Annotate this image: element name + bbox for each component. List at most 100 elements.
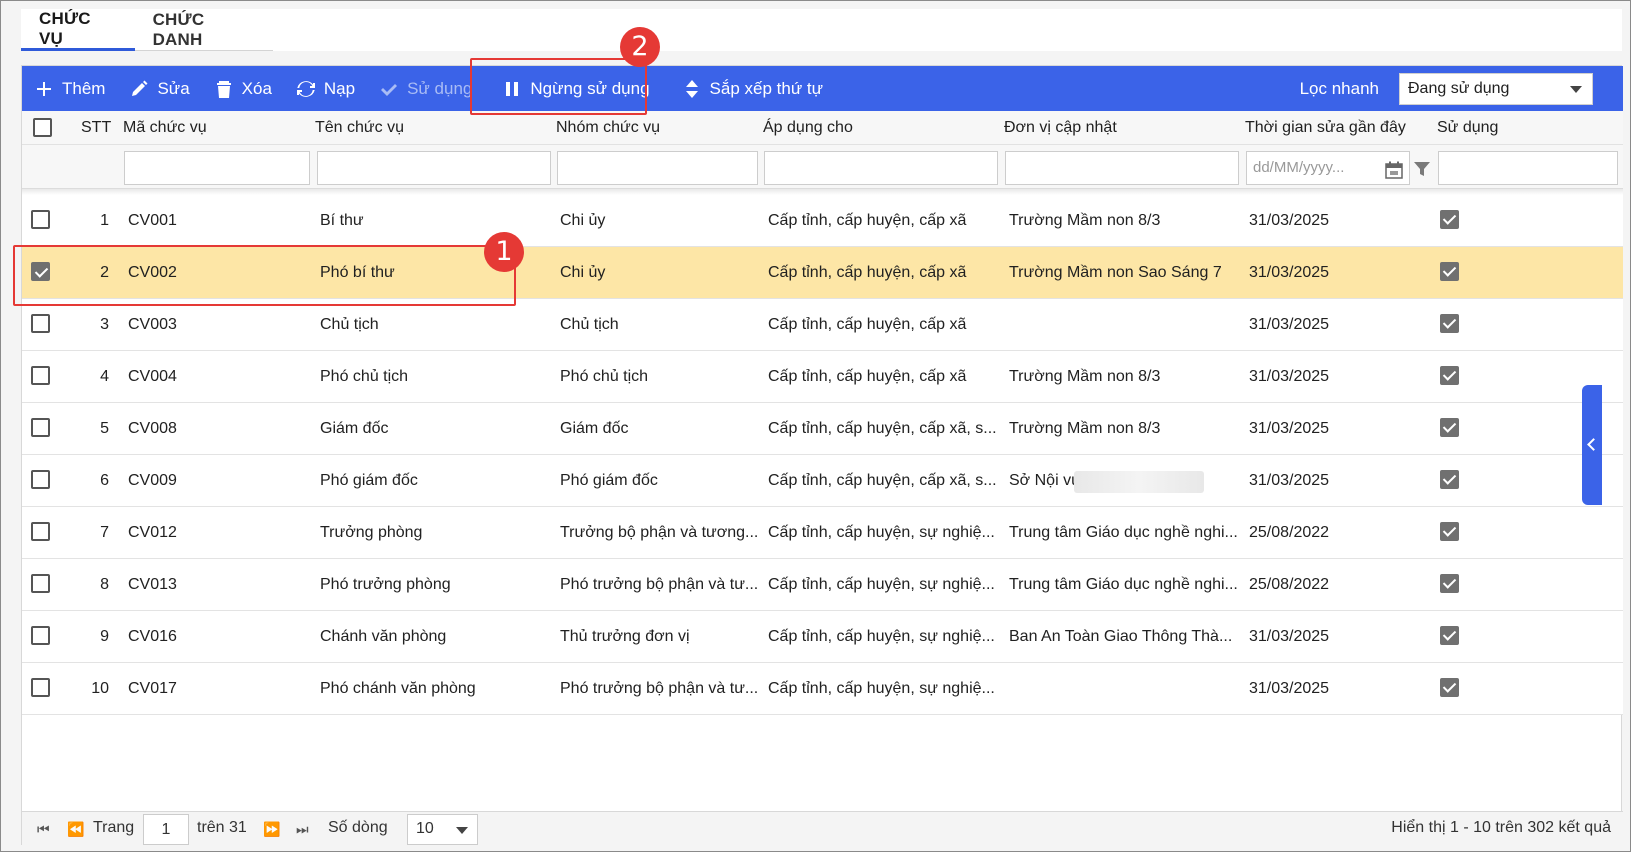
row-checkbox[interactable] <box>31 522 50 541</box>
cell-unit: Trường Mầm non 8/3 <box>1009 212 1161 229</box>
row-checkbox[interactable] <box>31 574 50 593</box>
app-frame: CHỨC VỤ CHỨC DANH Thêm Sửa Xóa Nạp Sử dụ… <box>0 0 1631 852</box>
add-button[interactable]: Thêm <box>22 66 117 111</box>
col-in-use[interactable]: Sử dụng <box>1437 111 1498 145</box>
cell-code: CV017 <box>128 680 177 697</box>
cell-code: CV016 <box>128 628 177 645</box>
cell-name: Giám đốc <box>320 420 389 437</box>
select-all-checkbox[interactable] <box>33 118 52 137</box>
cell-updated: 25/08/2022 <box>1249 576 1330 593</box>
row-checkbox[interactable] <box>31 470 50 489</box>
refresh-icon <box>296 79 316 99</box>
cell-code: CV001 <box>128 212 177 229</box>
in-use-checkbox <box>1440 314 1459 333</box>
filter-date-input[interactable]: dd/MM/yyyy... <box>1246 151 1410 185</box>
table-row[interactable]: 9 CV016 Chánh văn phòng Thủ trưởng đơn v… <box>22 611 1623 663</box>
quick-filter-select[interactable]: Đang sử dụng <box>1399 73 1593 105</box>
table-row[interactable]: 5 CV008 Giám đốc Giám đốc Cấp tỉnh, cấp … <box>22 403 1623 455</box>
table-row-selected[interactable]: 2 CV002 Phó bí thư Chi ủy Cấp tỉnh, cấp … <box>22 247 1623 299</box>
stop-use-button[interactable]: Ngừng sử dụng <box>484 66 669 111</box>
cell-group: Phó trưởng bộ phận và tư... <box>560 576 759 593</box>
first-page-icon[interactable]: ⏮ <box>37 821 50 838</box>
pencil-icon <box>129 79 149 99</box>
cell-unit: Trung tâm Giáo dục nghề nghi... <box>1009 576 1238 593</box>
tab-bar: CHỨC VỤ CHỨC DANH <box>21 9 273 51</box>
next-page-icon[interactable]: ⏩ <box>263 821 280 838</box>
cell-group: Phó giám đốc <box>560 472 658 489</box>
filter-in-use-input[interactable] <box>1438 151 1618 185</box>
collapse-sidebar-handle[interactable] <box>1582 385 1602 505</box>
page-of-label: trên 31 <box>197 819 247 836</box>
tab-chuc-danh[interactable]: CHỨC DANH <box>135 9 273 50</box>
use-button[interactable]: Sử dụng <box>367 66 484 111</box>
annotation-badge-1: 1 <box>484 232 524 272</box>
edit-button[interactable]: Sửa <box>117 66 201 111</box>
row-checkbox[interactable] <box>31 418 50 437</box>
row-checkbox[interactable] <box>31 366 50 385</box>
cell-unit: Sở Nội vụ <box>1009 472 1079 489</box>
delete-button[interactable]: Xóa <box>202 66 284 111</box>
filter-name-input[interactable] <box>317 151 551 185</box>
col-name[interactable]: Tên chức vụ <box>315 111 404 145</box>
cell-apply: Cấp tỉnh, cấp huyện, cấp xã, s... <box>768 420 997 437</box>
cell-unit: Trường Mầm non 8/3 <box>1009 420 1161 437</box>
row-checkbox[interactable] <box>31 210 50 229</box>
cell-apply: Cấp tỉnh, cấp huyện, sự nghiệ... <box>768 576 995 593</box>
prev-page-icon[interactable]: ⏪ <box>67 821 84 838</box>
in-use-checkbox <box>1440 522 1459 541</box>
row-checkbox[interactable] <box>31 626 50 645</box>
cell-stt: 9 <box>100 628 109 645</box>
calendar-icon[interactable] <box>1385 159 1403 179</box>
col-apply[interactable]: Áp dụng cho <box>763 111 853 145</box>
cell-stt: 5 <box>100 420 109 437</box>
cell-group: Phó trưởng bộ phận và tư... <box>560 680 759 697</box>
cell-apply: Cấp tỉnh, cấp huyện, cấp xã, s... <box>768 472 997 489</box>
filter-unit-input[interactable] <box>1005 151 1239 185</box>
table-row[interactable]: 6 CV009 Phó giám đốc Phó giám đốc Cấp tỉ… <box>22 455 1623 507</box>
check-icon <box>379 79 399 99</box>
reload-label: Nạp <box>323 78 356 98</box>
col-stt[interactable]: STT <box>81 111 111 145</box>
row-checkbox[interactable] <box>31 678 50 697</box>
in-use-checkbox <box>1440 678 1459 697</box>
table-row[interactable]: 8 CV013 Phó trưởng phòng Phó trưởng bộ p… <box>22 559 1623 611</box>
cell-stt: 10 <box>91 680 109 697</box>
filter-group-input[interactable] <box>557 151 758 185</box>
edit-label: Sửa <box>157 78 190 98</box>
cell-stt: 1 <box>100 212 109 229</box>
cell-group: Chủ tịch <box>560 316 619 333</box>
table-row[interactable]: 10 CV017 Phó chánh văn phòng Phó trưởng … <box>22 663 1623 715</box>
reload-button[interactable]: Nạp <box>284 66 367 111</box>
last-page-icon[interactable]: ⏭ <box>296 821 309 838</box>
table-row[interactable]: 3 CV003 Chủ tịch Chủ tịch Cấp tỉnh, cấp … <box>22 299 1623 351</box>
cell-name: Chủ tịch <box>320 316 379 333</box>
table-row[interactable]: 4 CV004 Phó chủ tịch Phó chủ tịch Cấp tỉ… <box>22 351 1623 403</box>
cell-code: CV002 <box>128 264 177 281</box>
table-row[interactable]: 1 CV001 Bí thư Chi ủy Cấp tỉnh, cấp huyệ… <box>22 195 1623 247</box>
cell-stt: 8 <box>100 576 109 593</box>
cell-name: Phó chánh văn phòng <box>320 680 476 697</box>
sort-button[interactable]: Sắp xếp thứ tự <box>670 66 836 111</box>
col-code[interactable]: Mã chức vụ <box>123 111 207 145</box>
toolbar: Thêm Sửa Xóa Nạp Sử dụng Ngừng sử dụng S… <box>22 66 1623 111</box>
table-row[interactable]: 7 CV012 Trưởng phòng Trưởng bộ phận và t… <box>22 507 1623 559</box>
tab-chuc-vu[interactable]: CHỨC VỤ <box>21 9 135 51</box>
row-checkbox[interactable] <box>31 314 50 333</box>
filter-funnel-icon[interactable] <box>1413 160 1431 178</box>
rows-per-page-select[interactable]: 10 <box>407 814 478 845</box>
main-panel: Thêm Sửa Xóa Nạp Sử dụng Ngừng sử dụng S… <box>21 65 1623 846</box>
page-input[interactable]: 1 <box>143 814 189 845</box>
cell-unit: Ban An Toàn Giao Thông Thà... <box>1009 628 1233 645</box>
filter-code-input[interactable] <box>124 151 310 185</box>
row-checkbox[interactable] <box>31 262 50 281</box>
col-group[interactable]: Nhóm chức vụ <box>556 111 660 145</box>
col-unit[interactable]: Đơn vị cập nhật <box>1004 111 1117 145</box>
filter-apply-input[interactable] <box>764 151 998 185</box>
col-updated[interactable]: Thời gian sửa gần đây <box>1245 111 1406 145</box>
pause-icon <box>502 79 522 99</box>
sort-icon <box>682 79 702 99</box>
cell-name: Chánh văn phòng <box>320 628 447 645</box>
in-use-checkbox <box>1440 470 1459 489</box>
page-label: Trang <box>93 819 135 836</box>
cell-unit <box>1009 663 1239 715</box>
